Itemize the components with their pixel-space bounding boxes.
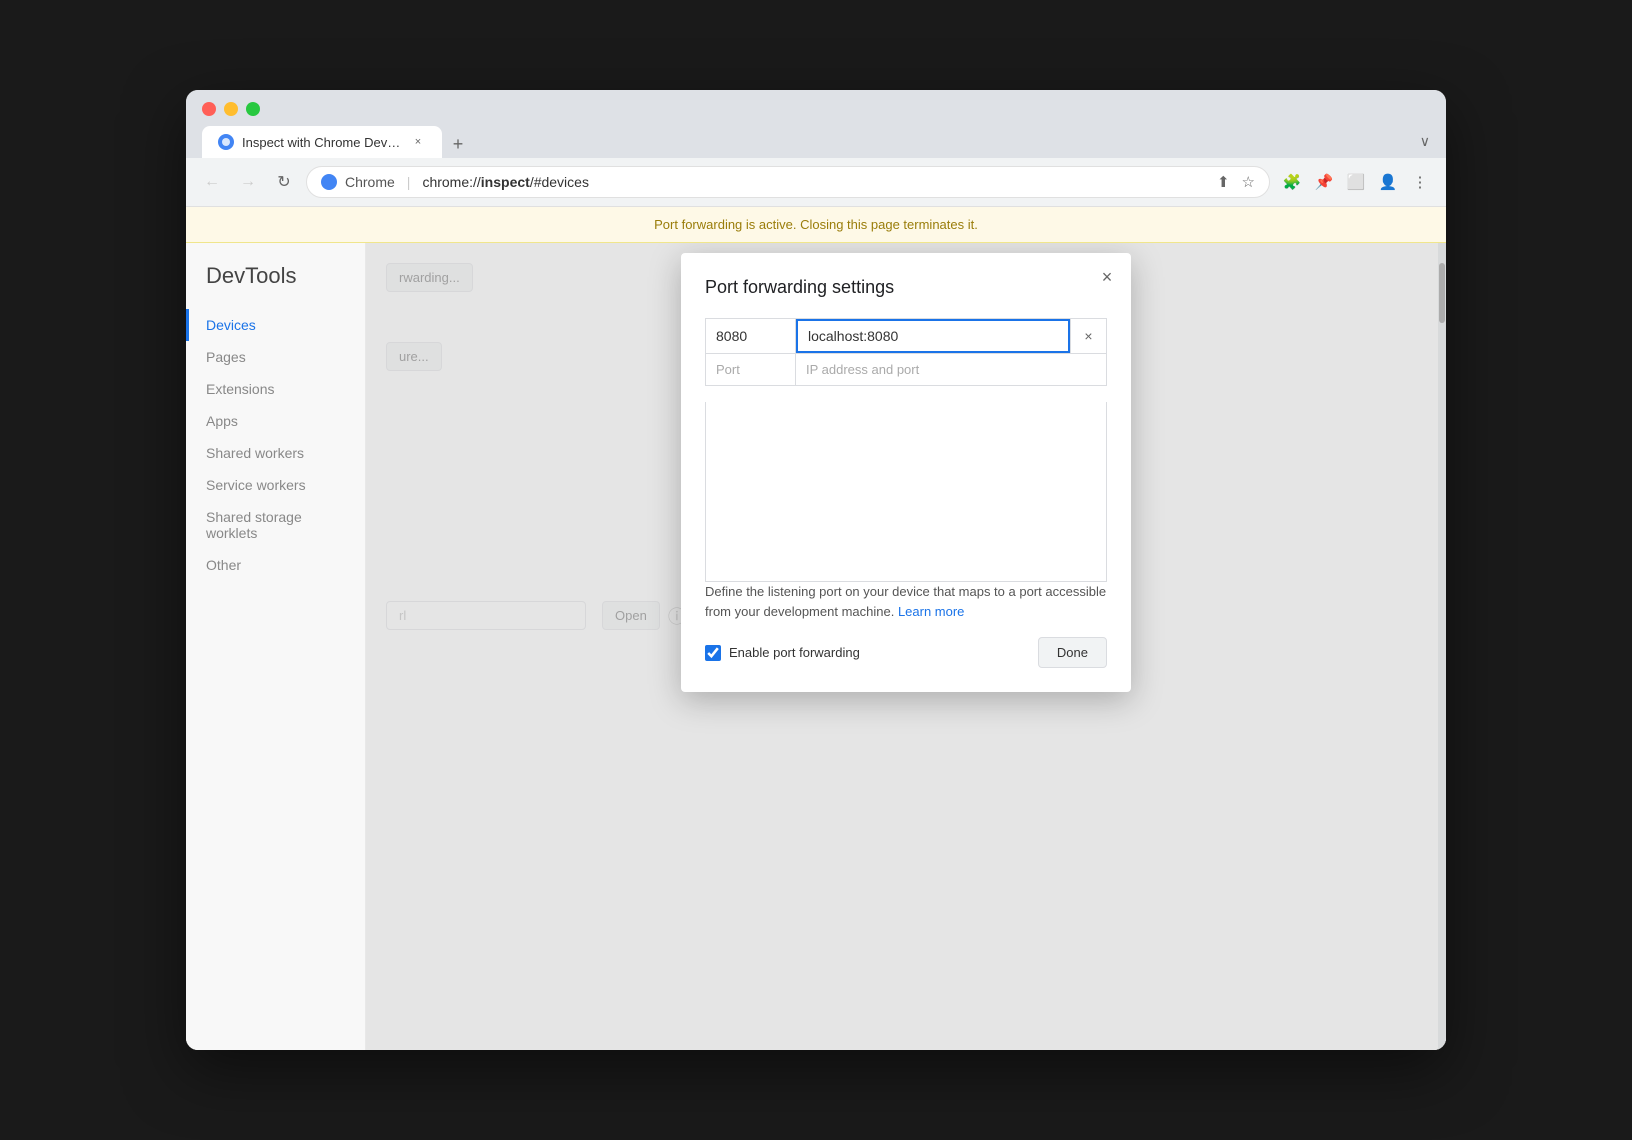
- title-bar: Inspect with Chrome Develope × + ∨: [186, 90, 1446, 158]
- port-placeholder-cell[interactable]: Port: [706, 354, 796, 386]
- tab-close-button[interactable]: ×: [410, 134, 426, 150]
- port-input[interactable]: [706, 320, 795, 352]
- profile-button[interactable]: 👤: [1374, 168, 1402, 196]
- address-bar-actions: ⬆ ☆: [1209, 173, 1255, 191]
- new-tab-button[interactable]: +: [444, 130, 472, 158]
- reload-button[interactable]: ↻: [270, 168, 298, 196]
- sidebar-item-other[interactable]: Other: [186, 549, 365, 581]
- chrome-favicon: [321, 174, 337, 190]
- maximize-traffic-light[interactable]: [246, 102, 260, 116]
- port-forwarding-row: ×: [706, 319, 1107, 354]
- sidebar-header: DevTools: [186, 263, 365, 309]
- url-brand: Chrome: [345, 174, 395, 190]
- modal-title: Port forwarding settings: [705, 277, 1107, 298]
- menu-button[interactable]: ⋮: [1406, 168, 1434, 196]
- tab-favicon: [218, 134, 234, 150]
- sidebar-item-devices[interactable]: Devices: [186, 309, 365, 341]
- url-path: chrome://inspect/#devices: [422, 174, 589, 190]
- modal-footer: Enable port forwarding Done: [705, 637, 1107, 668]
- sidebar-item-service-workers[interactable]: Service workers: [186, 469, 365, 501]
- main-content: DevTools Devices Pages Extensions Apps S…: [186, 243, 1446, 1050]
- port-placeholder-row: Port IP address and port: [706, 354, 1107, 386]
- port-cell: [706, 319, 796, 354]
- port-placeholder-text: Port: [716, 362, 740, 377]
- learn-more-link[interactable]: Learn more: [898, 604, 964, 619]
- share-icon[interactable]: ⬆: [1217, 173, 1230, 191]
- tabs-row: Inspect with Chrome Develope × + ∨: [202, 126, 1430, 158]
- address-placeholder-text: IP address and port: [806, 362, 919, 377]
- modal-overlay: × Port forwarding settings: [366, 243, 1446, 1050]
- port-forwarding-modal: × Port forwarding settings: [681, 253, 1131, 692]
- sidebar-item-pages[interactable]: Pages: [186, 341, 365, 373]
- delete-row-cell[interactable]: ×: [1071, 319, 1107, 354]
- forward-button[interactable]: →: [234, 168, 262, 196]
- notification-text: Port forwarding is active. Closing this …: [654, 217, 978, 232]
- active-tab[interactable]: Inspect with Chrome Develope ×: [202, 126, 442, 158]
- sidebar-item-extensions[interactable]: Extensions: [186, 373, 365, 405]
- close-traffic-light[interactable]: [202, 102, 216, 116]
- traffic-lights: [202, 102, 1430, 116]
- back-button[interactable]: ←: [198, 168, 226, 196]
- enable-port-forwarding-label[interactable]: Enable port forwarding: [705, 645, 860, 661]
- port-forwarding-empty-area: [705, 402, 1107, 582]
- url-separator: |: [407, 174, 411, 190]
- page-content: rwarding... ure... Open ⓘ × Port forward…: [366, 243, 1446, 1050]
- address-bar[interactable]: Chrome | chrome://inspect/#devices ⬆ ☆: [306, 166, 1270, 198]
- sidebar-item-shared-storage[interactable]: Shared storage worklets: [186, 501, 365, 549]
- extensions-button[interactable]: 🧩: [1278, 168, 1306, 196]
- port-forwarding-table: × Port IP address and port: [705, 318, 1107, 386]
- address-input[interactable]: [796, 319, 1070, 353]
- address-cell: [796, 319, 1071, 354]
- checkbox-label-text: Enable port forwarding: [729, 645, 860, 660]
- sidebar-item-shared-workers[interactable]: Shared workers: [186, 437, 365, 469]
- split-screen-button[interactable]: ⬜: [1342, 168, 1370, 196]
- tab-list-expand[interactable]: ∨: [1420, 133, 1430, 158]
- sidebar: DevTools Devices Pages Extensions Apps S…: [186, 243, 366, 1050]
- sidebar-item-apps[interactable]: Apps: [186, 405, 365, 437]
- bookmark-icon[interactable]: ☆: [1242, 173, 1255, 191]
- toolbar: ← → ↻ Chrome | chrome://inspect/#devices…: [186, 158, 1446, 207]
- toolbar-icons: 🧩 📌 ⬜ 👤 ⋮: [1278, 168, 1434, 196]
- modal-description: Define the listening port on your device…: [705, 582, 1107, 621]
- address-placeholder-cell[interactable]: IP address and port: [796, 354, 1107, 386]
- done-button[interactable]: Done: [1038, 637, 1107, 668]
- pin-button[interactable]: 📌: [1310, 168, 1338, 196]
- browser-window: Inspect with Chrome Develope × + ∨ ← → ↻…: [186, 90, 1446, 1050]
- enable-port-forwarding-checkbox[interactable]: [705, 645, 721, 661]
- tab-title: Inspect with Chrome Develope: [242, 135, 402, 150]
- minimize-traffic-light[interactable]: [224, 102, 238, 116]
- modal-close-button[interactable]: ×: [1095, 265, 1119, 289]
- notification-bar: Port forwarding is active. Closing this …: [186, 207, 1446, 243]
